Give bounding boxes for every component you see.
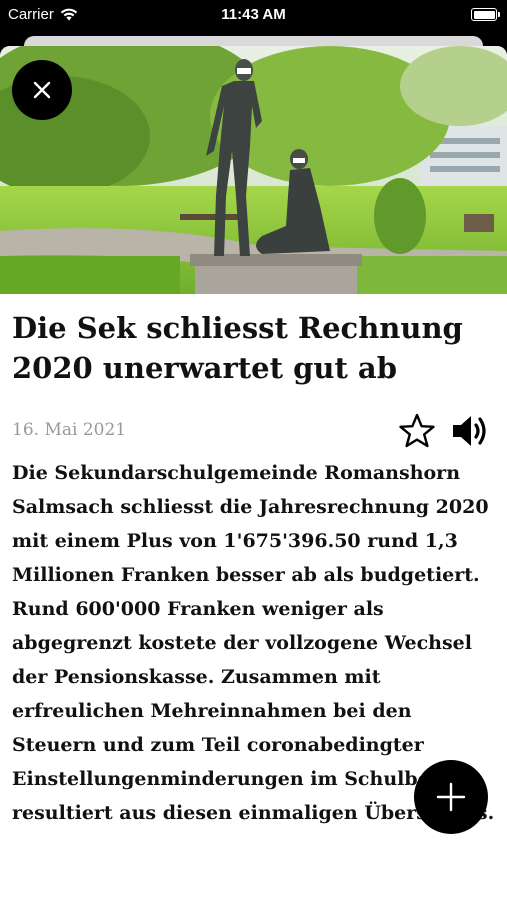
status-time: 11:43 AM (221, 6, 286, 23)
article-title: Die Sek schliesst Rechnung 2020 unerwart… (12, 311, 463, 385)
close-icon (33, 81, 51, 99)
close-button[interactable] (12, 60, 72, 120)
audio-button[interactable] (450, 412, 492, 450)
statue-photo (0, 46, 507, 294)
speaker-icon (453, 416, 486, 446)
status-bar: Carrier 11:43 AM (0, 0, 507, 30)
add-button[interactable] (414, 760, 488, 834)
battery-icon (471, 8, 500, 21)
star-icon (399, 413, 435, 448)
favorite-button[interactable] (398, 412, 436, 450)
article-date: 16. Mai 2021 (12, 420, 127, 440)
article-hero-image (0, 46, 507, 294)
plus-icon (436, 782, 466, 812)
